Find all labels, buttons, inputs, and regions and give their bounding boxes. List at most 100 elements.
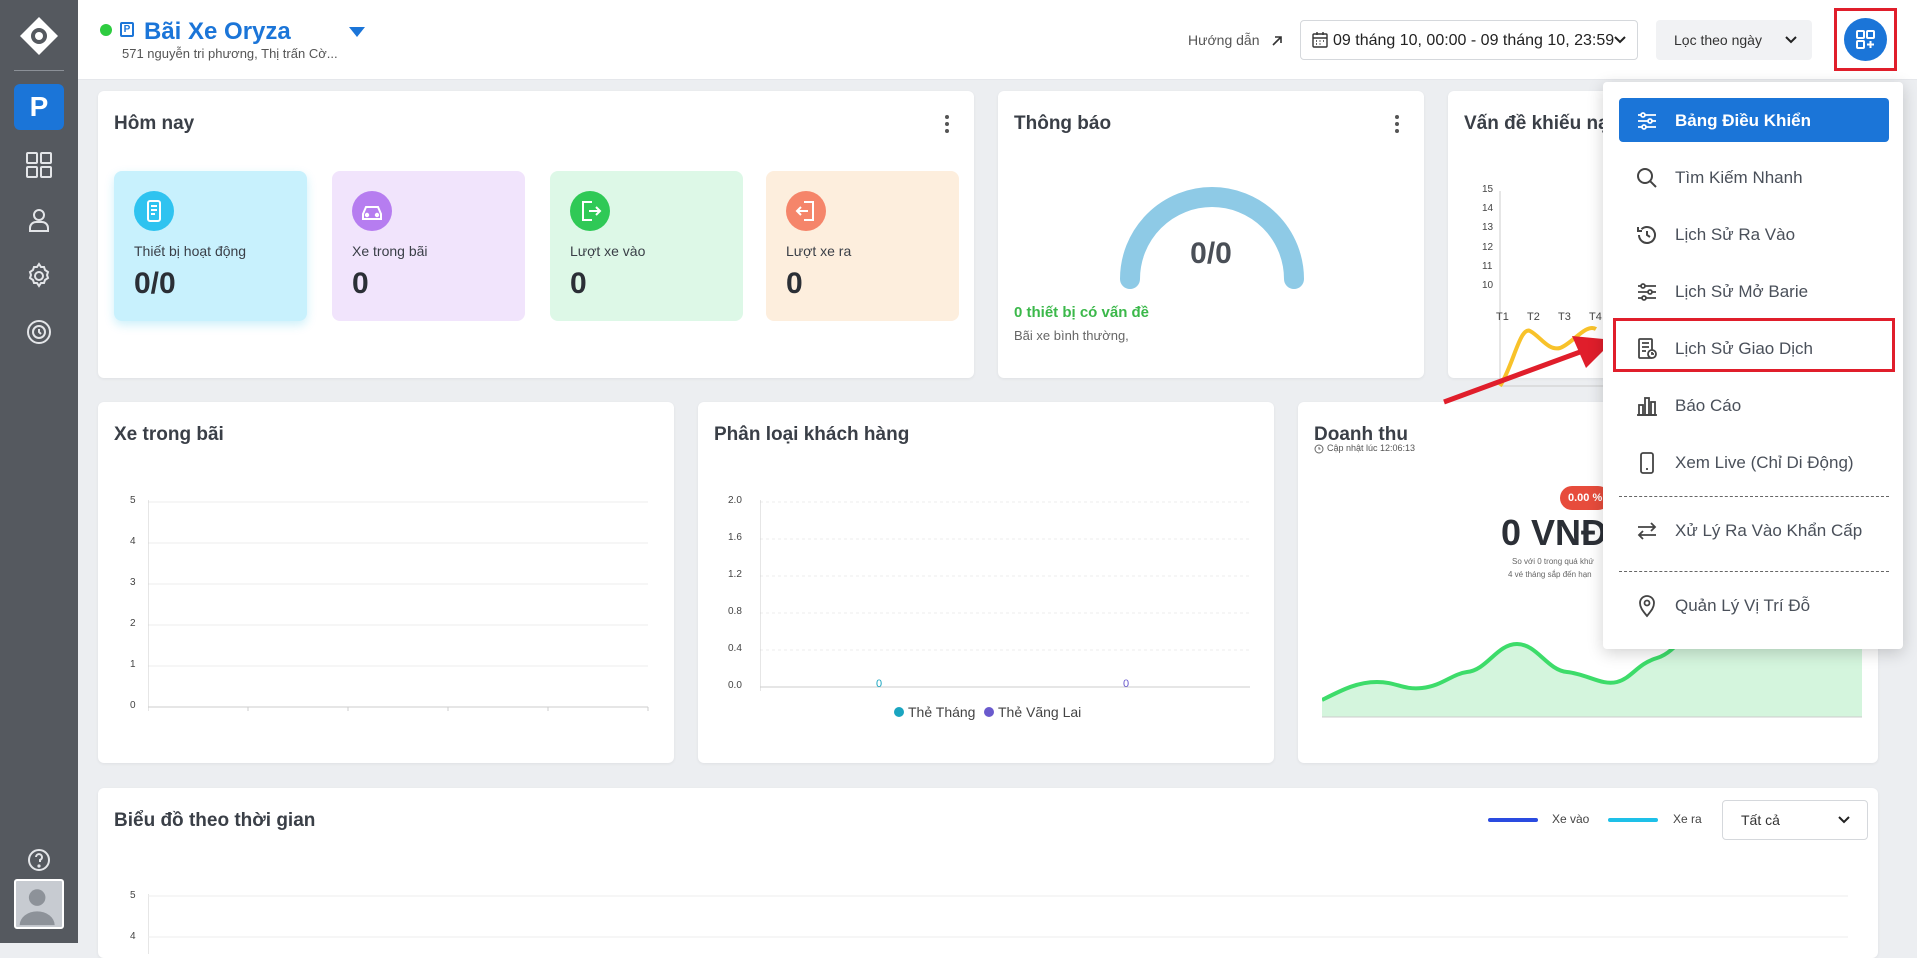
day-filter-label: Lọc theo ngày [1674, 32, 1762, 48]
y-tick: 1 [130, 659, 136, 670]
chevron-down-icon[interactable] [348, 26, 366, 38]
stat-label: Lượt xe vào [570, 243, 646, 259]
user-icon[interactable] [24, 205, 54, 235]
swap-icon [1637, 522, 1657, 540]
notification-gauge [1120, 187, 1304, 289]
guide-link[interactable]: Hướng dẫn [1188, 32, 1259, 48]
issues-text: 0 thiết bị có vấn đề [1014, 304, 1150, 321]
chevron-down-icon [1614, 36, 1626, 44]
settings-gear-icon[interactable] [24, 261, 54, 291]
menu-item-reports[interactable]: Báo Cáo [1619, 383, 1889, 427]
y-tick: 15 [1482, 184, 1494, 195]
stat-label: Xe trong bãi [352, 243, 428, 259]
y-tick: 0.4 [728, 643, 742, 654]
calendar-icon [1312, 32, 1328, 48]
today-card: Hôm nay Thiết bị hoạt động 0/0 Xe trong … [98, 91, 974, 378]
menu-divider [1619, 496, 1889, 497]
legend-swatch-in [1488, 818, 1538, 822]
y-tick: 1.2 [728, 569, 742, 580]
stat-entries: Lượt xe vào 0 [550, 171, 743, 321]
revenue-amount: 0 VNĐ [1501, 512, 1608, 553]
y-tick: 0 [130, 700, 136, 711]
stat-exits: Lượt xe ra 0 [766, 171, 959, 321]
time-chart-card: Biểu đồ theo thời gian Xe vào Xe ra Tất … [98, 788, 1878, 958]
parking-sign-icon: P [120, 22, 134, 37]
y-tick: 5 [130, 495, 136, 506]
menu-item-label: Lịch Sử Ra Vào [1675, 225, 1796, 244]
history-clock-icon[interactable] [24, 317, 54, 347]
gauge-value: 0/0 [1190, 237, 1232, 270]
bar-chart-icon [1637, 397, 1657, 416]
menu-item-entry-history[interactable]: Lịch Sử Ra Vào [1619, 212, 1889, 256]
menu-item-live-view[interactable]: Xem Live (Chỉ Di Động) [1619, 440, 1889, 484]
search-icon [1637, 168, 1657, 188]
time-chart-title: Biểu đồ theo thời gian [114, 810, 316, 831]
menu-item-emergency[interactable]: Xử Lý Ra Vào Khẩn Cấp [1619, 508, 1889, 552]
legend-in[interactable]: Xe vào [1552, 812, 1589, 826]
today-title: Hôm nay [114, 113, 195, 134]
date-range-picker[interactable]: 09 tháng 10, 00:00 - 09 tháng 10, 23:59 [1300, 20, 1638, 60]
dashboard-grid-icon[interactable] [24, 150, 54, 180]
legend-swatch-out [1608, 818, 1658, 822]
notifications-title: Thông báo [1014, 113, 1112, 134]
menu-item-label: Xử Lý Ra Vào Khẩn Cấp [1675, 521, 1863, 540]
complaints-title: Vấn đề khiếu nại [1464, 113, 1614, 134]
history-icon [1637, 226, 1656, 244]
avatar-silhouette-icon [19, 889, 55, 926]
y-tick: 13 [1482, 222, 1494, 233]
date-range-text: 09 tháng 10, 00:00 - 09 tháng 10, 23:59 [1333, 32, 1615, 49]
menu-item-label: Tìm Kiếm Nhanh [1675, 168, 1803, 187]
menu-item-barrier-history[interactable]: Lịch Sử Mở Barie [1619, 269, 1889, 313]
y-tick: 4 [130, 536, 136, 547]
legend-out[interactable]: Xe ra [1673, 812, 1702, 826]
device-icon [134, 191, 174, 231]
app-logo-icon[interactable] [19, 16, 59, 56]
transaction-highlight-box [1613, 318, 1895, 372]
lot-address: 571 nguyễn tri phương, Thị trấn Cờ... [122, 46, 338, 61]
revenue-compare: So với 0 trong quá khứ [1512, 557, 1594, 566]
lot-name[interactable]: Bãi Xe Oryza [144, 18, 291, 46]
y-tick: 3 [130, 577, 136, 588]
cars-in-lot-card: Xe trong bãi 5 4 3 2 1 0 [98, 402, 674, 763]
arrow-up-right-icon[interactable] [1270, 34, 1284, 48]
menu-item-label: Quản Lý Vị Trí Đỗ [1675, 596, 1811, 615]
stat-value: 0 [352, 267, 369, 300]
menu-item-parking-spots[interactable]: Quản Lý Vị Trí Đỗ [1619, 583, 1889, 627]
apps-add-icon [1856, 30, 1875, 49]
cars-in-lot-title: Xe trong bãi [114, 424, 224, 445]
legend-swatch-monthly [894, 707, 904, 717]
stat-value: 0 [570, 267, 587, 300]
y-tick: 2 [130, 618, 136, 629]
notifications-card: Thông báo 0/0 0 thiết bị có vấn đề Bãi x… [998, 91, 1424, 378]
y-tick: 2.0 [728, 495, 742, 506]
menu-item-quick-search[interactable]: Tìm Kiếm Nhanh [1619, 155, 1889, 199]
series-select[interactable]: Tất cả [1722, 800, 1868, 840]
stat-label: Thiết bị hoạt động [134, 243, 247, 259]
more-options-icon[interactable] [1394, 115, 1400, 133]
sliders-icon [1638, 112, 1656, 130]
legend-visitor[interactable]: Thẻ Vãng Lai [998, 704, 1081, 720]
point-label-monthly: 0 [876, 678, 883, 690]
parking-nav-button[interactable]: P [14, 84, 64, 130]
sliders-icon [1638, 283, 1656, 301]
y-tick: 14 [1482, 203, 1494, 214]
car-icon [352, 191, 392, 231]
menu-item-label: Lịch Sử Mở Barie [1675, 282, 1809, 301]
x-tick: T3 [1558, 311, 1571, 323]
y-tick: 0.8 [728, 606, 742, 617]
clock-icon [1314, 444, 1324, 454]
help-icon[interactable] [24, 845, 54, 875]
customer-types-card: Phân loại khách hàng 2.0 1.6 1.2 0.8 0.4… [698, 402, 1274, 763]
more-options-icon[interactable] [944, 115, 950, 133]
lot-status-text: Bãi xe bình thường, [1014, 328, 1129, 343]
revenue-updated: Cập nhật lúc 12:06:13 [1327, 443, 1416, 453]
day-filter-select[interactable]: Lọc theo ngày [1656, 20, 1812, 60]
series-select-value: Tất cả [1741, 812, 1780, 828]
legend-monthly[interactable]: Thẻ Tháng [908, 704, 975, 720]
apps-menu-button[interactable] [1844, 18, 1887, 61]
y-tick: 5 [130, 890, 136, 901]
mobile-icon [1640, 452, 1654, 474]
customer-types-chart [760, 500, 1250, 691]
user-avatar[interactable] [14, 879, 64, 929]
menu-item-dashboard[interactable]: Bảng Điều Khiển [1619, 98, 1889, 142]
